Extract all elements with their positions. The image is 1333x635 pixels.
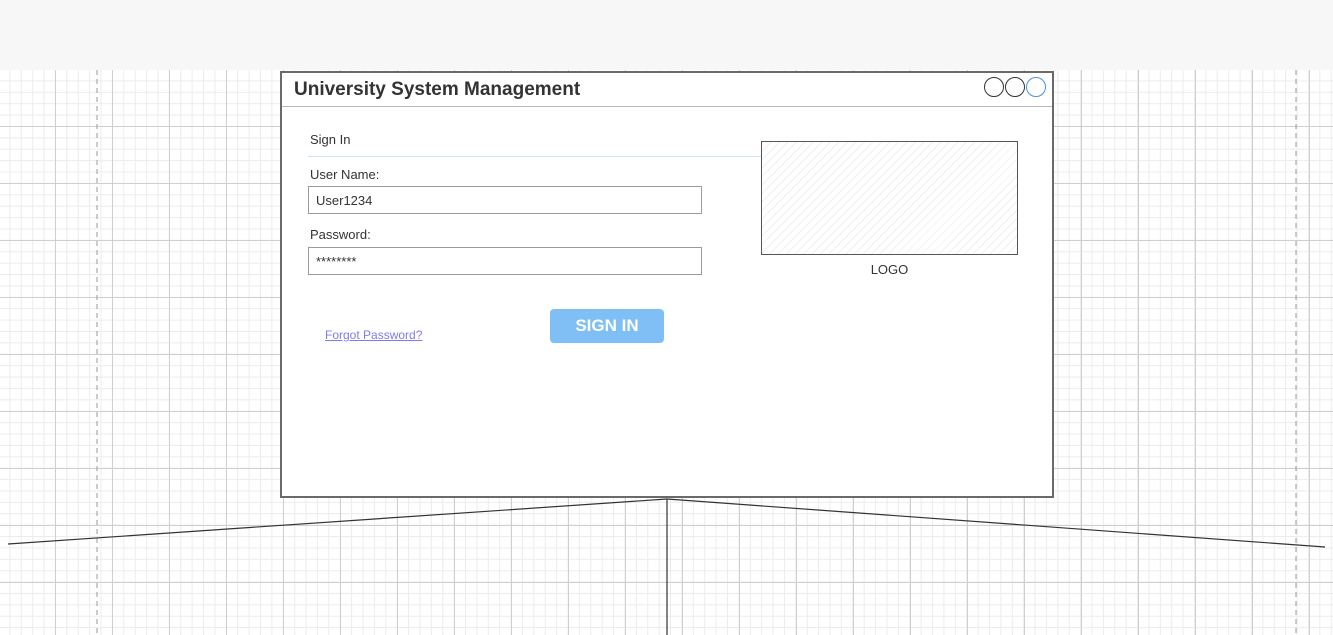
window-controls: [983, 77, 1046, 97]
username-input[interactable]: [308, 186, 702, 214]
window-control-maximize[interactable]: [1005, 77, 1025, 97]
logo-placeholder-image: [761, 141, 1018, 255]
window-title: University System Management: [294, 79, 581, 100]
window-control-close[interactable]: [1026, 77, 1046, 97]
section-divider: [308, 156, 761, 157]
window-control-minimize[interactable]: [984, 77, 1004, 97]
forgot-password-link[interactable]: Forgot Password?: [325, 328, 422, 342]
username-label: User Name:: [310, 167, 380, 182]
title-bar: University System Management: [282, 73, 1052, 107]
signin-section-label: Sign In: [310, 132, 351, 147]
password-label: Password:: [310, 227, 371, 242]
login-window: University System Management Sign In Use…: [280, 71, 1054, 498]
password-input[interactable]: [308, 247, 702, 275]
toolbar-band: [0, 0, 1333, 70]
sign-in-button[interactable]: SIGN IN: [550, 309, 664, 343]
logo-caption: LOGO: [870, 262, 909, 277]
